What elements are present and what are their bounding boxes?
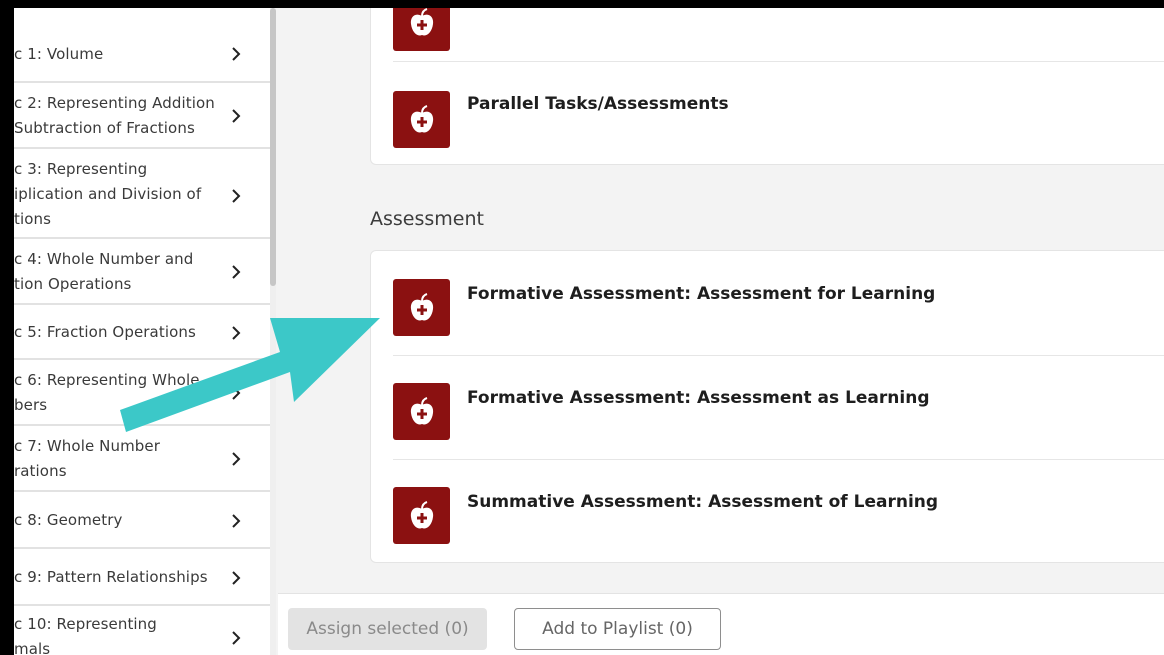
resource-title: Summative Assessment: Assessment of Lear…: [467, 492, 939, 512]
row-divider: [393, 355, 1164, 356]
section-heading-assessment: Assessment: [370, 208, 484, 230]
apple-plus-icon: [393, 383, 450, 440]
chevron-right-icon: [232, 189, 241, 203]
sidebar-item-topic-4[interactable]: c 4: Whole Number and tion Operations: [14, 239, 270, 305]
resource-card-assessment: Formative Assessment: Assessment for Lea…: [370, 250, 1164, 563]
main-content: Parallel Tasks/Assessments Assessment Fo…: [278, 8, 1164, 655]
sidebar-item-label: c 8: Geometry: [14, 511, 123, 529]
chevron-right-icon: [232, 47, 241, 61]
sidebar-item-topic-6[interactable]: c 6: Representing Whole bers: [14, 360, 270, 426]
resource-title: Formative Assessment: Assessment as Lear…: [467, 388, 930, 408]
resource-row-summative-of-learning[interactable]: Summative Assessment: Assessment of Lear…: [371, 459, 1164, 563]
chevron-right-icon: [232, 571, 241, 585]
topic-sidebar: c 1: Volume c 2: Representing Addition S…: [14, 8, 270, 655]
sidebar-item-topic-5[interactable]: c 5: Fraction Operations: [14, 305, 270, 360]
chevron-right-icon: [232, 452, 241, 466]
resource-title: Formative Assessment: Assessment for Lea…: [467, 284, 936, 304]
sidebar-item-topic-2[interactable]: c 2: Representing Addition Subtraction o…: [14, 83, 270, 149]
sidebar-item-topic-8[interactable]: c 8: Geometry: [14, 492, 270, 549]
chevron-right-icon: [232, 631, 241, 645]
sidebar-item-label: c 6: Representing Whole bers: [14, 371, 200, 414]
sidebar-item-label: c 3: Representing iplication and Divisio…: [14, 160, 202, 228]
sidebar-item-topic-3[interactable]: c 3: Representing iplication and Divisio…: [14, 149, 270, 239]
chevron-right-icon: [232, 326, 241, 340]
apple-plus-icon: [393, 487, 450, 544]
row-divider: [393, 459, 1164, 460]
chevron-right-icon: [232, 386, 241, 400]
sidebar-item-label: c 9: Pattern Relationships: [14, 568, 208, 586]
apple-plus-icon: [393, 279, 450, 336]
sidebar-scrollbar-thumb[interactable]: [270, 8, 276, 286]
resource-title: Parallel Tasks/Assessments: [467, 94, 729, 114]
sidebar-item-label: c 7: Whole Number rations: [14, 437, 161, 480]
sidebar-item-label: c 2: Representing Addition Subtraction o…: [14, 94, 215, 137]
action-footer: Assign selected (0) Add to Playlist (0): [278, 593, 1164, 655]
apple-plus-icon: [393, 8, 450, 51]
row-divider: [393, 61, 1164, 62]
sidebar-item-topic-10[interactable]: c 10: Representing mals: [14, 606, 270, 655]
assign-selected-button[interactable]: Assign selected (0): [288, 608, 487, 650]
resource-row-formative-for-learning[interactable]: Formative Assessment: Assessment for Lea…: [371, 251, 1164, 355]
sidebar-item-label: c 10: Representing mals: [14, 615, 157, 655]
add-to-playlist-button[interactable]: Add to Playlist (0): [514, 608, 721, 650]
apple-plus-icon: [393, 91, 450, 148]
sidebar-item-label: c 1: Volume: [14, 45, 104, 63]
chevron-right-icon: [232, 514, 241, 528]
sidebar-item-topic-1[interactable]: c 1: Volume: [14, 8, 270, 83]
sidebar-item-label: c 4: Whole Number and tion Operations: [14, 250, 194, 293]
chevron-right-icon: [232, 109, 241, 123]
resource-row-parallel-tasks[interactable]: Parallel Tasks/Assessments: [371, 61, 1164, 165]
resource-row-formative-as-learning[interactable]: Formative Assessment: Assessment as Lear…: [371, 355, 1164, 459]
sidebar-item-topic-9[interactable]: c 9: Pattern Relationships: [14, 549, 270, 606]
app-window: c 1: Volume c 2: Representing Addition S…: [14, 8, 1164, 655]
sidebar-item-topic-7[interactable]: c 7: Whole Number rations: [14, 426, 270, 492]
resource-card-top: Parallel Tasks/Assessments: [370, 8, 1164, 165]
chevron-right-icon: [232, 265, 241, 279]
sidebar-item-label: c 5: Fraction Operations: [14, 323, 196, 341]
